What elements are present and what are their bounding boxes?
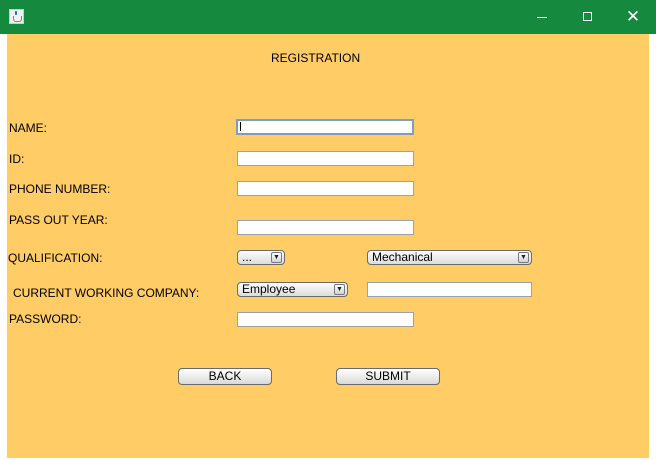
qualification-label: QUALIFICATION:: [8, 251, 103, 265]
back-button[interactable]: BACK: [178, 368, 272, 385]
submit-button[interactable]: SUBMIT: [336, 368, 440, 385]
password-input[interactable]: [237, 312, 414, 327]
text-caret: [240, 121, 241, 131]
maximize-icon: [583, 12, 592, 21]
name-label: NAME:: [9, 121, 48, 135]
company-label: CURRENT WORKING COMPANY:: [13, 286, 200, 300]
registration-window: ✕ REGISTRATION NAME: ID: PHONE NUMBER: P…: [0, 0, 656, 460]
qualification-degree-select[interactable]: ... ▼: [237, 250, 285, 265]
close-icon: ✕: [625, 7, 641, 26]
page-title: REGISTRATION: [271, 51, 361, 65]
java-icon: [9, 9, 24, 24]
company-name-input[interactable]: [367, 282, 532, 297]
qualification-branch-select[interactable]: Mechanical ▼: [367, 250, 532, 265]
company-type-select[interactable]: Employee ▼: [237, 282, 348, 297]
window-border-right: [649, 34, 656, 458]
maximize-button[interactable]: [565, 0, 611, 34]
pass-out-year-label: PASS OUT YEAR:: [9, 213, 108, 227]
id-input[interactable]: [237, 151, 414, 166]
pass-out-year-input[interactable]: [237, 220, 414, 235]
name-input[interactable]: [236, 119, 414, 135]
minimize-button[interactable]: [519, 0, 565, 34]
java-icon-cup: [13, 16, 22, 22]
close-button[interactable]: ✕: [610, 0, 656, 34]
window-border-left: [0, 34, 7, 458]
company-type-value: Employee: [242, 282, 296, 296]
qualification-degree-value: ...: [242, 250, 253, 264]
id-label: ID:: [9, 152, 25, 166]
phone-label: PHONE NUMBER:: [9, 182, 111, 196]
minimize-icon: [537, 17, 547, 18]
java-icon-steam: [15, 11, 17, 15]
chevron-down-icon: ▼: [334, 284, 345, 295]
title-bar[interactable]: ✕: [0, 0, 656, 34]
password-label: PASSWORD:: [9, 312, 82, 326]
qualification-branch-value: Mechanical: [372, 250, 433, 264]
chevron-down-icon: ▼: [518, 252, 529, 263]
form-panel: [7, 34, 649, 458]
chevron-down-icon: ▼: [271, 252, 282, 263]
phone-input[interactable]: [237, 181, 414, 196]
